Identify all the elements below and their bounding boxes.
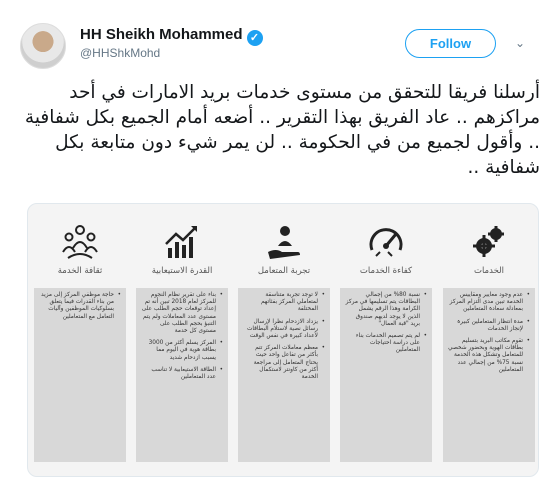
avatar[interactable] [20, 23, 66, 69]
report-column-body: عدم وجود معايير ومقاييس الخدمة تبين مدى … [443, 288, 535, 462]
report-column-title: تجربة المتعامل [257, 266, 311, 276]
report-column-title: كفاءة الخدمات [359, 266, 413, 276]
people-group-icon [62, 225, 98, 259]
hand-person-icon [268, 226, 300, 259]
report-bullet: المركز يسلم أكثر من 3000 بطاقة هوية في ا… [141, 340, 223, 362]
tweet-text: أرسلنا فريقا للتحقق من مستوى خدمات بريد … [24, 82, 540, 178]
report-column-body: نسبة 80% من إجمالي البطاقات يتم تسليمها … [340, 288, 432, 462]
report-column-body: بناء على تقرير نظام النجوم للمركز لعام 2… [136, 288, 228, 462]
author-handle[interactable]: @HHShkMohd [80, 46, 160, 60]
bar-chart-growth-icon [165, 226, 197, 258]
author-name-text[interactable]: HH Sheikh Mohammed [80, 26, 243, 43]
report-column-capacity: القدرة الاستيعابية بناء على تقرير نظام ا… [133, 204, 231, 476]
report-bullet: يزداد الازدحام نظرا لإرسال رسائل نصية لا… [243, 319, 325, 341]
report-column-efficiency: كفاءة الخدمات نسبة 80% من إجمالي البطاقا… [337, 204, 435, 476]
report-column-title: القدرة الاستيعابية [151, 266, 213, 276]
report-column-services: الخدمات عدم وجود معايير ومقاييس الخدمة ت… [440, 204, 538, 476]
report-column-experience: تجربة المتعامل لا توجد تجربة متناسقة لمت… [235, 204, 333, 476]
report-bullet: لا توجد تجربة متناسقة لمتعاملي المركز بف… [243, 292, 325, 314]
chevron-down-icon[interactable]: ⌄ [513, 36, 527, 50]
author-name[interactable]: HH Sheikh Mohammed ✓ [80, 26, 263, 46]
report-bullet: الطاقة الاستيعابية لا تناسب عدد المتعامل… [141, 367, 223, 381]
report-bullet: نسبة 80% من إجمالي البطاقات يتم تسليمها … [345, 292, 427, 328]
report-column-title: الخدمات [473, 266, 505, 276]
report-bullet: عدم وجود معايير ومقاييس الخدمة تبين مدى … [448, 292, 530, 314]
report-column-body: لا توجد تجربة متناسقة لمتعاملي المركز بف… [238, 288, 330, 462]
gears-icon [473, 226, 504, 257]
report-column-body: حاجة موظفي المركز إلى مزيد من بناء القدر… [34, 288, 126, 462]
report-image[interactable]: الخدمات عدم وجود معايير ومقاييس الخدمة ت… [27, 203, 539, 477]
report-bullet: تقوم مكاتب البريد بتسليم بطاقات الهوية و… [448, 338, 530, 374]
report-column-culture: ثقافة الخدمة حاجة موظفي المركز إلى مزيد … [31, 204, 129, 476]
follow-button[interactable]: Follow [405, 29, 496, 58]
report-bullet: بناء على تقرير نظام النجوم للمركز لعام 2… [141, 292, 223, 335]
verified-badge-icon: ✓ [246, 30, 263, 46]
speedometer-icon [369, 228, 403, 257]
report-bullet: معظم معاملات المركز تتم بأكثر من تفاعل و… [243, 345, 325, 381]
report-bullet: حاجة موظفي المركز إلى مزيد من بناء القدر… [39, 292, 121, 321]
tweet: HH Sheikh Mohammed ✓ @HHShkMohd Follow ⌄ … [0, 0, 560, 493]
report-bullet: لم يتم تصميم الخدمات بناء على دراسة احتي… [345, 333, 427, 355]
report-bullet: مدة انتظار المتعاملين كبيرة لإنجاز الخدم… [448, 319, 530, 333]
report-column-title: ثقافة الخدمة [57, 266, 103, 276]
